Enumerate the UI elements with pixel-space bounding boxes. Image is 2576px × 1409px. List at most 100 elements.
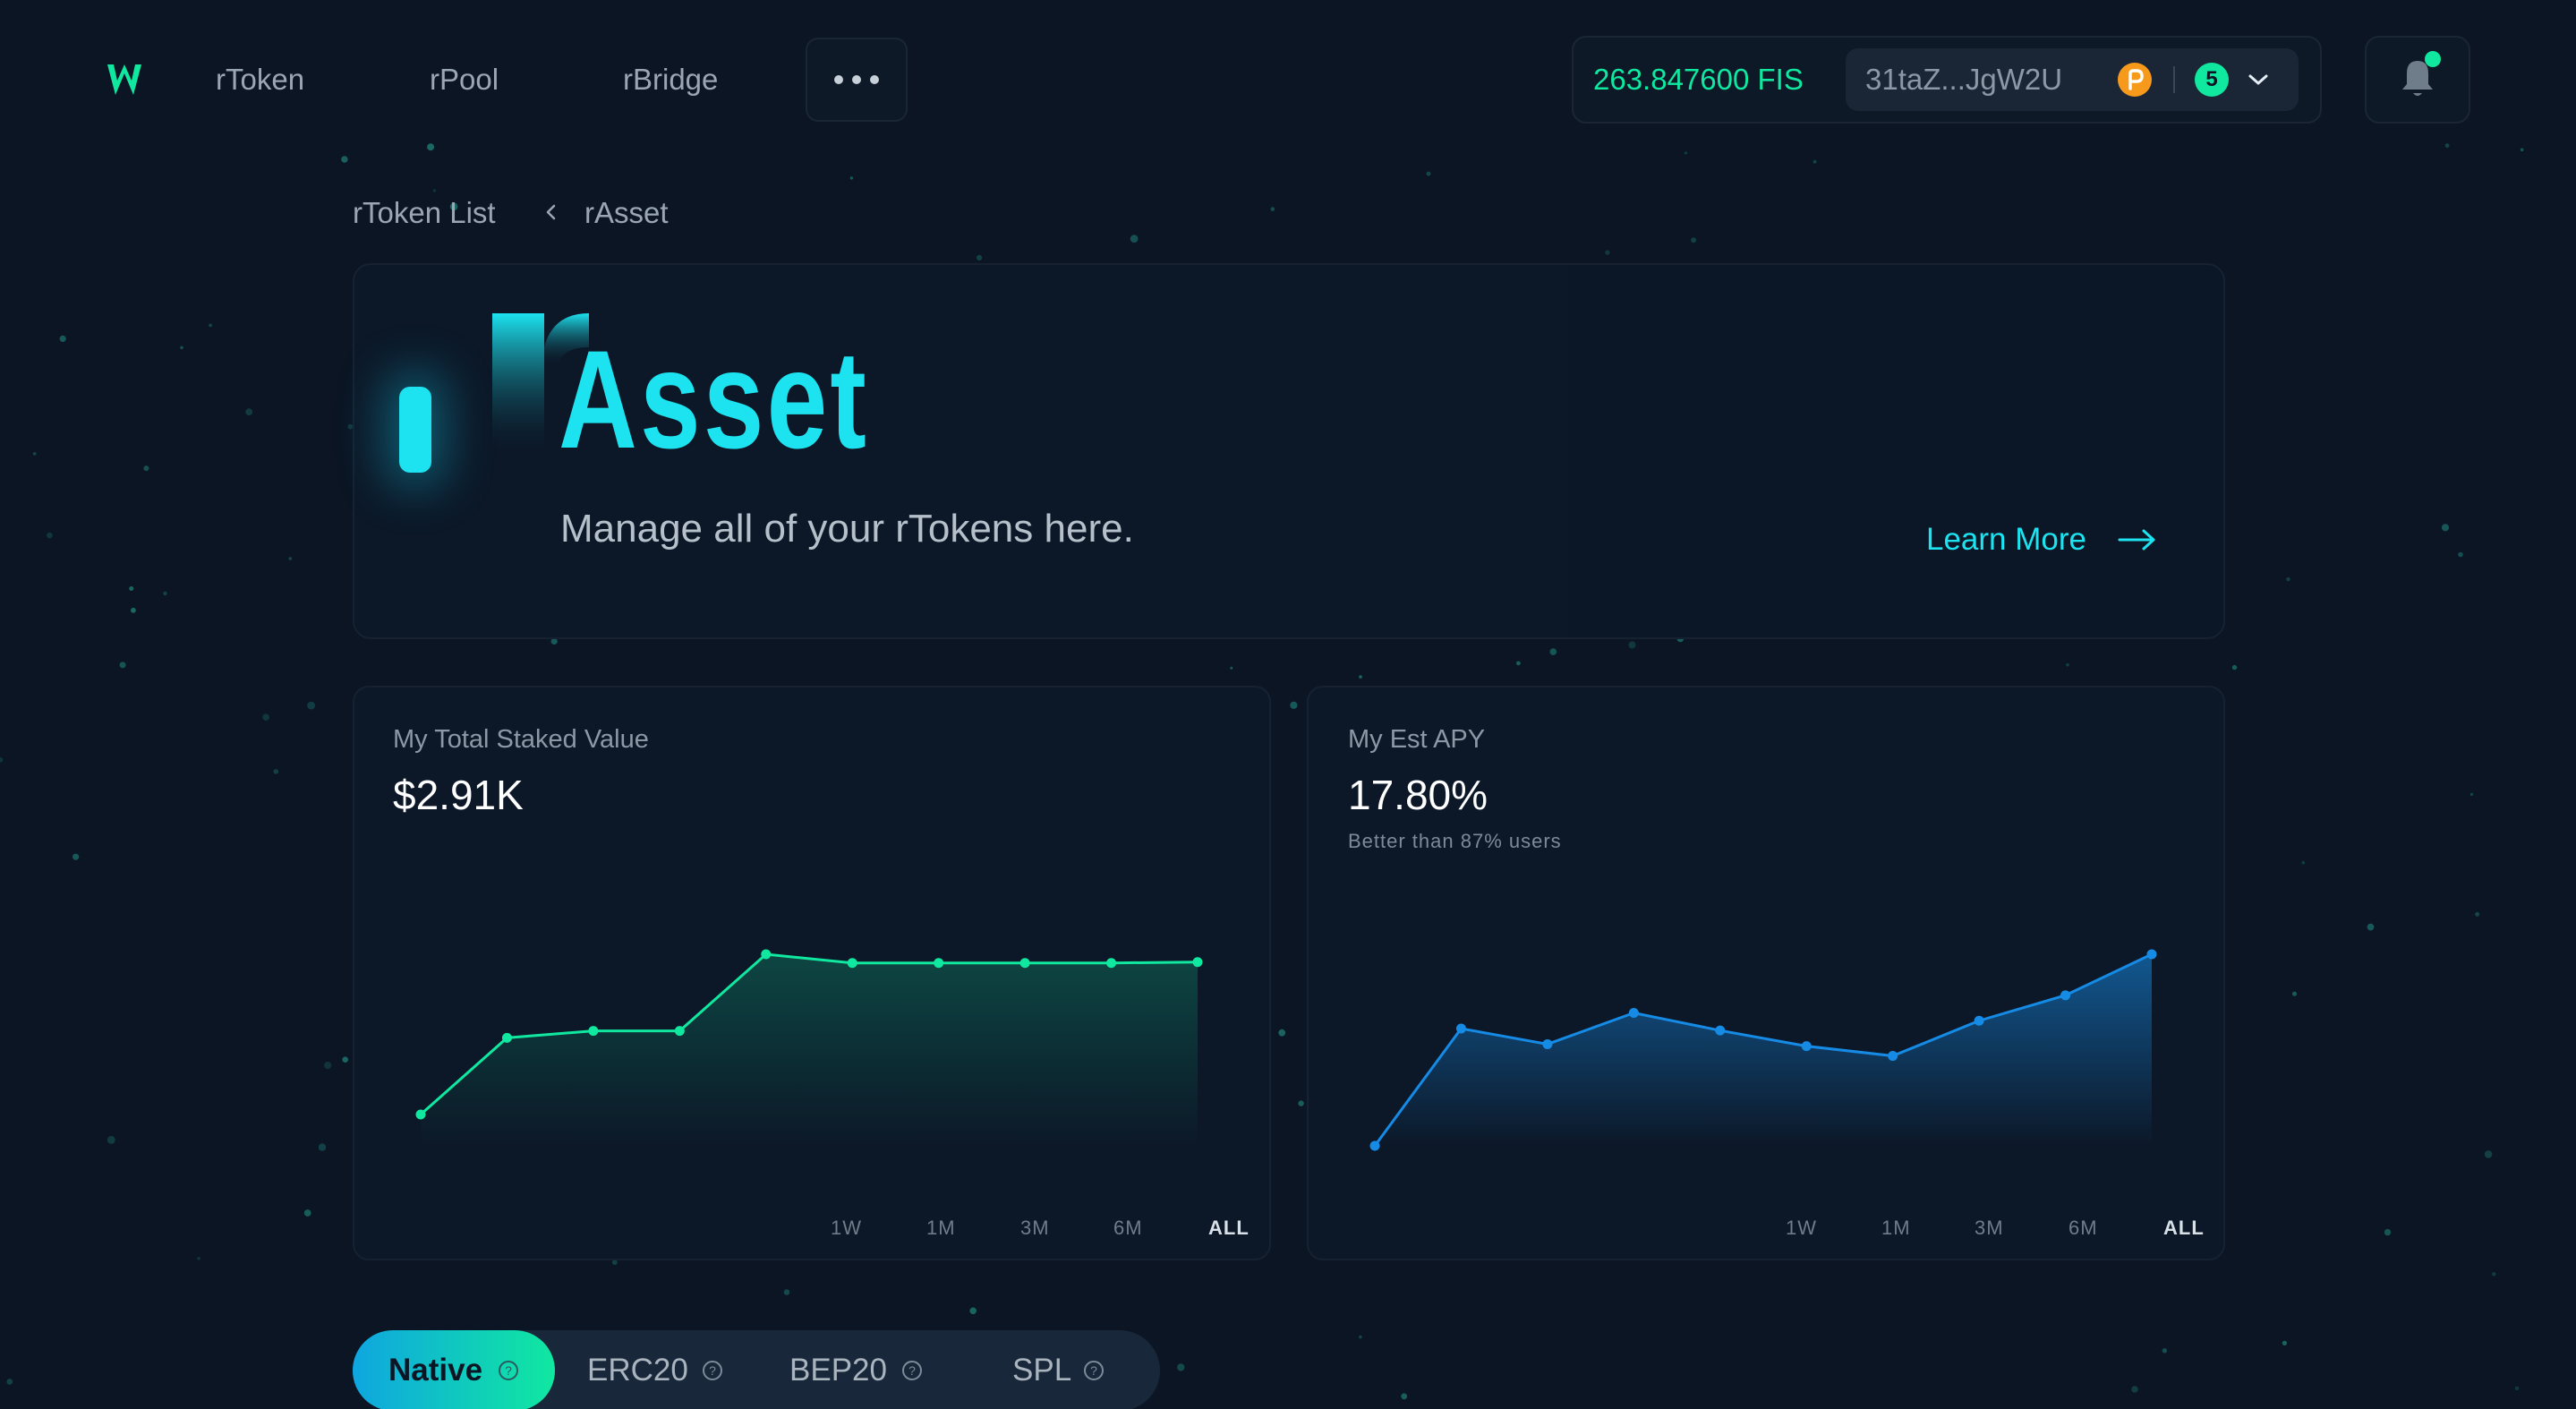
chart-data-point	[1542, 1038, 1553, 1049]
star-dot	[1230, 666, 1233, 670]
tab-erc20[interactable]: ERC20	[587, 1350, 688, 1391]
star-dot	[1270, 207, 1275, 211]
star-dot	[2514, 1386, 2520, 1391]
star-dot	[427, 143, 435, 151]
staked-range-6m[interactable]: 6M	[1113, 1214, 1143, 1242]
star-dot	[1401, 1393, 1408, 1400]
tab-bep20[interactable]: BEP20	[789, 1350, 887, 1391]
star-dot	[107, 1135, 115, 1144]
star-dot	[2520, 148, 2524, 152]
chart-data-point	[1715, 1025, 1726, 1036]
star-dot	[324, 1062, 332, 1070]
apy-chart	[1369, 949, 2157, 1151]
star-dot	[0, 757, 4, 763]
chart-data-point	[761, 949, 772, 960]
chart-data-point	[588, 1026, 599, 1037]
star-dot	[307, 701, 315, 710]
star-dot	[1605, 250, 1610, 255]
star-dot	[1298, 1100, 1304, 1106]
nav-item-rbridge[interactable]: rBridge	[623, 59, 718, 100]
chart-data-point	[2146, 949, 2157, 960]
star-dot	[1130, 235, 1139, 243]
hero-subtitle: Manage all of your rTokens here.	[560, 507, 1134, 551]
star-dot	[2291, 991, 2298, 996]
chevron-down-icon[interactable]	[2245, 66, 2272, 93]
star-dot	[59, 335, 66, 342]
star-dot	[209, 323, 213, 328]
nav-item-rpool[interactable]: rPool	[430, 59, 499, 100]
apy-range-1m[interactable]: 1M	[1881, 1214, 1911, 1242]
star-dot	[1177, 1363, 1185, 1371]
chart-data-point	[1801, 1041, 1812, 1052]
star-dot	[32, 452, 37, 456]
staked-range-1m[interactable]: 1M	[926, 1214, 956, 1242]
staked-range-all[interactable]: ALL	[1208, 1214, 1250, 1242]
star-dot	[262, 713, 269, 721]
help-icon[interactable]: ?	[902, 1361, 922, 1380]
star-dot	[2441, 524, 2450, 532]
arrow-right-icon[interactable]	[2118, 528, 2157, 551]
chart-data-point	[1974, 1015, 1984, 1026]
star-dot	[2282, 1340, 2287, 1345]
chart-area-fill	[421, 954, 1198, 1146]
star-dot	[119, 662, 126, 669]
star-dot	[1549, 648, 1557, 655]
star-dot	[2367, 923, 2375, 931]
star-dot	[2162, 1348, 2168, 1353]
star-dot	[1684, 151, 1687, 155]
help-icon[interactable]: ?	[499, 1361, 518, 1380]
help-icon[interactable]: ?	[703, 1361, 722, 1380]
apy-range-6m[interactable]: 6M	[2068, 1214, 2098, 1242]
star-dot	[783, 1289, 790, 1295]
star-dot	[318, 1143, 327, 1151]
chart-data-point	[2060, 990, 2071, 1001]
star-dot	[303, 1209, 311, 1217]
chart-data-point	[501, 1032, 512, 1043]
star-dot	[2286, 576, 2290, 582]
chart-data-point	[1455, 1023, 1466, 1034]
star-dot	[2384, 1228, 2392, 1236]
learn-more-link[interactable]: Learn More	[1926, 519, 2086, 560]
star-dot	[1290, 701, 1298, 709]
chart-data-point	[1628, 1008, 1639, 1019]
help-icon[interactable]: ?	[1084, 1361, 1104, 1380]
app-logo-icon[interactable]	[104, 59, 145, 100]
chart-data-point	[847, 958, 857, 969]
star-dot	[849, 176, 854, 180]
wallet-address: 31taZ...JgW2U	[1865, 63, 2063, 96]
more-menu-button[interactable]	[806, 38, 908, 122]
chart-data-point	[415, 1109, 426, 1120]
star-dot	[2492, 1272, 2496, 1277]
star-dot	[342, 1056, 349, 1063]
star-dot	[1516, 661, 1521, 666]
fis-balance: 263.847600 FIS	[1593, 63, 1804, 96]
hero-title: Asset	[559, 322, 870, 478]
breadcrumb-parent-link[interactable]: rToken List	[353, 193, 496, 233]
breadcrumb-current: rAsset	[584, 196, 669, 229]
network-count-badge: 5	[2195, 63, 2229, 97]
star-dot	[1628, 641, 1636, 649]
star-dot	[2475, 911, 2480, 917]
star-dot	[2484, 1150, 2493, 1158]
star-dot	[245, 408, 253, 416]
apy-range-3m[interactable]: 3M	[1975, 1214, 2004, 1242]
chart-data-point	[934, 958, 944, 969]
star-dot	[2066, 662, 2069, 667]
star-dot	[2458, 551, 2463, 558]
tab-spl[interactable]: SPL	[1012, 1350, 1071, 1391]
nav-item-rtoken[interactable]: rToken	[216, 59, 304, 100]
staked-range-3m[interactable]: 3M	[1020, 1214, 1050, 1242]
apy-range-1w[interactable]: 1W	[1786, 1214, 1817, 1242]
star-dot	[180, 346, 183, 350]
hero-glow-decoration	[399, 387, 431, 473]
chart-data-point	[1106, 958, 1117, 969]
star-dot	[197, 1257, 200, 1260]
apy-range-all[interactable]: ALL	[2163, 1214, 2205, 1242]
staked-range-1w[interactable]: 1W	[831, 1214, 862, 1242]
staked-value-chart	[415, 949, 1203, 1146]
chart-data-point	[1192, 957, 1203, 968]
star-dot	[977, 254, 983, 260]
tab-native[interactable]: Native	[388, 1350, 482, 1391]
chart-data-point	[1888, 1051, 1898, 1062]
star-dot	[1691, 237, 1697, 243]
